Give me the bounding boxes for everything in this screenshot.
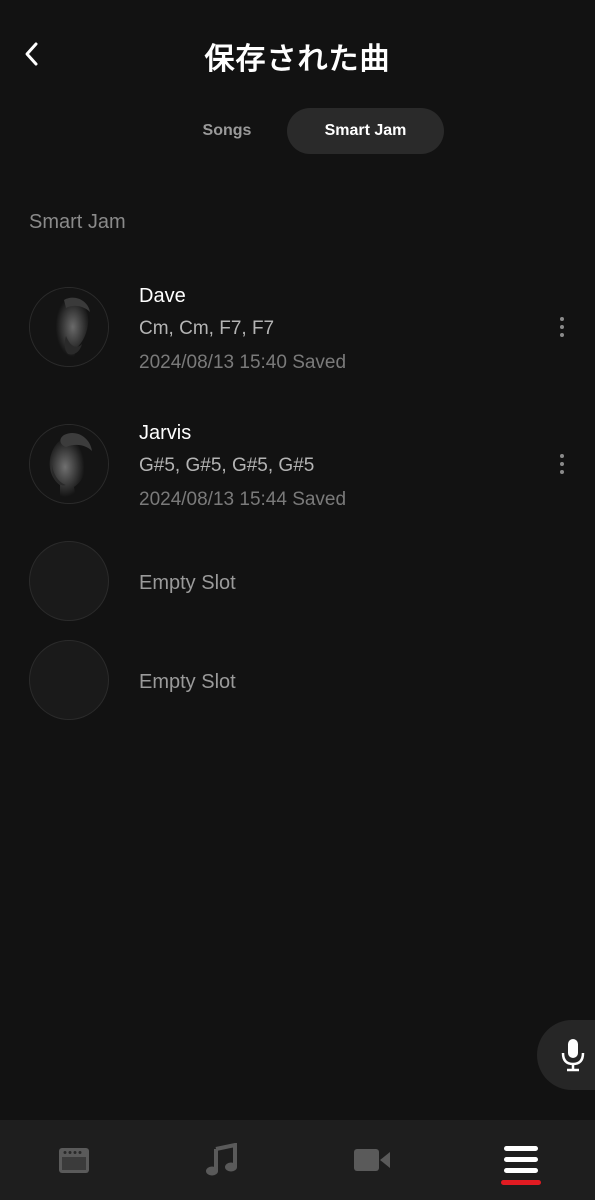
header: 保存された曲 (0, 0, 595, 108)
item-name: Dave (139, 285, 186, 307)
tab-songs[interactable]: Songs (168, 108, 286, 154)
page-title: 保存された曲 (204, 42, 391, 77)
more-vertical-icon (560, 454, 564, 458)
microphone-button[interactable] (537, 1020, 595, 1090)
saved-item-jarvis[interactable]: Jarvis G#5, G#5, G#5, G#5 2024/08/13 15:… (0, 422, 595, 522)
item-chords: Cm, Cm, F7, F7 (139, 318, 275, 339)
empty-slot-label: Empty Slot (139, 572, 236, 594)
avatar (29, 287, 109, 367)
item-saved-date: 2024/08/13 15:44 Saved (139, 489, 347, 510)
empty-slot[interactable]: Empty Slot (0, 640, 595, 724)
item-saved-date: 2024/08/13 15:40 Saved (139, 352, 347, 373)
active-nav-indicator (501, 1180, 541, 1185)
saved-item-dave[interactable]: Dave Cm, Cm, F7, F7 2024/08/13 15:40 Sav… (0, 285, 595, 385)
tab-smart-jam[interactable]: Smart Jam (287, 108, 444, 154)
item-chords: G#5, G#5, G#5, G#5 (139, 455, 315, 476)
menu-icon (504, 1146, 538, 1173)
empty-slot-label: Empty Slot (139, 671, 236, 693)
nav-video[interactable] (298, 1120, 446, 1200)
empty-slot[interactable]: Empty Slot (0, 541, 595, 625)
more-options-button[interactable] (548, 446, 576, 482)
avatar (29, 424, 109, 504)
more-vertical-icon (560, 317, 564, 321)
man-portrait-icon (30, 425, 108, 503)
empty-slot-placeholder (29, 541, 109, 621)
more-options-button[interactable] (548, 309, 576, 345)
saved-songs-screen: 保存された曲 Songs Smart Jam Smart Jam Dave Cm… (0, 0, 595, 1200)
tab-bar: Songs Smart Jam (0, 108, 595, 156)
nav-menu[interactable] (447, 1120, 595, 1200)
item-name: Jarvis (139, 422, 192, 444)
bottom-nav (0, 1120, 595, 1200)
amplifier-icon (59, 1148, 89, 1173)
microphone-icon (561, 1039, 585, 1072)
section-label: Smart Jam (29, 211, 126, 233)
empty-slot-placeholder (29, 640, 109, 720)
video-camera-icon (354, 1149, 390, 1171)
nav-music[interactable] (148, 1120, 296, 1200)
nav-amp[interactable] (0, 1120, 148, 1200)
man-portrait-icon (30, 288, 108, 366)
music-note-icon (206, 1143, 237, 1176)
